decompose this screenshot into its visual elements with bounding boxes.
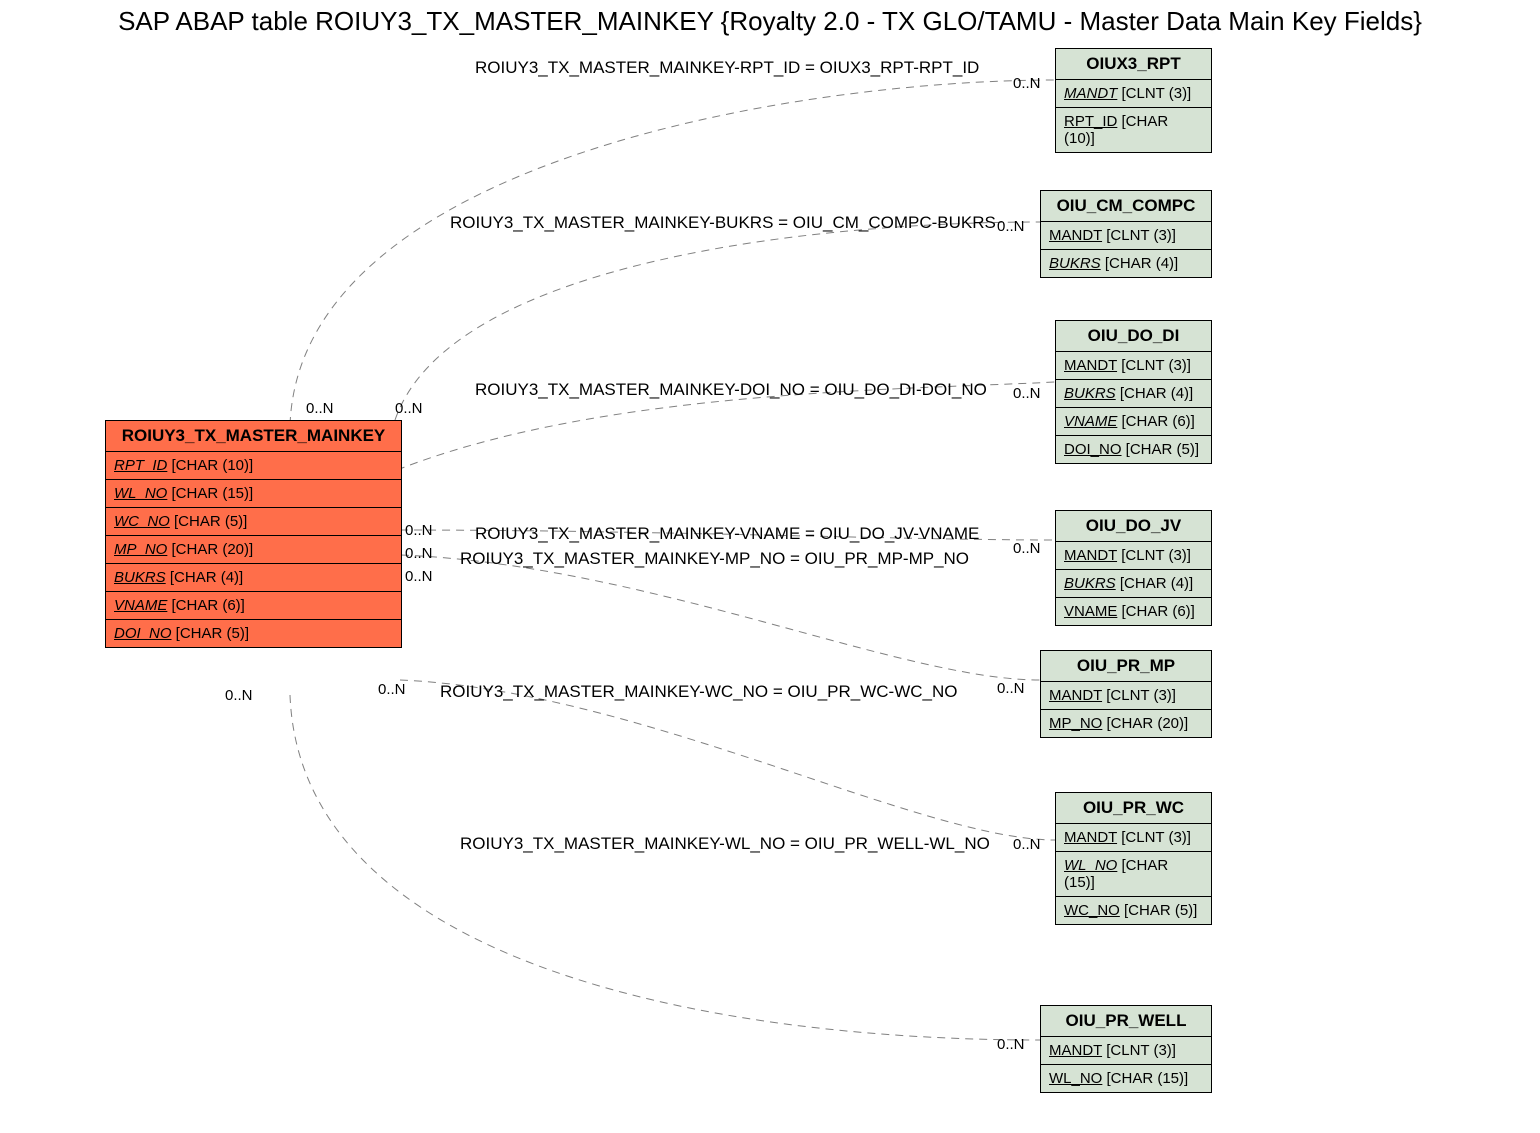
relation-label: ROIUY3_TX_MASTER_MAINKEY-WC_NO = OIU_PR_… [440,682,958,702]
table-row: MANDT [CLNT (3)] [1056,542,1211,570]
cardinality-label: 0..N [378,681,406,698]
related-table-oiu-pr-mp: OIU_PR_MPMANDT [CLNT (3)]MP_NO [CHAR (20… [1040,650,1212,738]
table-row: WC_NO [CHAR (5)] [106,508,401,536]
relation-label: ROIUY3_TX_MASTER_MAINKEY-BUKRS = OIU_CM_… [450,213,996,233]
cardinality-label: 0..N [1013,540,1041,557]
table-row: DOI_NO [CHAR (5)] [106,620,401,647]
table-header: OIU_DO_DI [1056,321,1211,352]
table-row: WL_NO [CHAR (15)] [106,480,401,508]
relation-label: ROIUY3_TX_MASTER_MAINKEY-RPT_ID = OIUX3_… [475,58,979,78]
table-header: OIU_DO_JV [1056,511,1211,542]
cardinality-label: 0..N [405,545,433,562]
related-table-oiu-pr-wc: OIU_PR_WCMANDT [CLNT (3)]WL_NO [CHAR (15… [1055,792,1212,925]
cardinality-label: 0..N [405,522,433,539]
related-table-oiu-do-di: OIU_DO_DIMANDT [CLNT (3)]BUKRS [CHAR (4)… [1055,320,1212,464]
cardinality-label: 0..N [997,218,1025,235]
table-row: BUKRS [CHAR (4)] [1056,570,1211,598]
related-table-oiu-pr-well: OIU_PR_WELLMANDT [CLNT (3)]WL_NO [CHAR (… [1040,1005,1212,1093]
related-table-oiu-do-jv: OIU_DO_JVMANDT [CLNT (3)]BUKRS [CHAR (4)… [1055,510,1212,626]
relation-label: ROIUY3_TX_MASTER_MAINKEY-DOI_NO = OIU_DO… [475,380,987,400]
table-header: OIU_CM_COMPC [1041,191,1211,222]
table-row: MANDT [CLNT (3)] [1056,80,1211,108]
cardinality-label: 0..N [997,680,1025,697]
table-header: OIU_PR_WC [1056,793,1211,824]
cardinality-label: 0..N [306,400,334,417]
cardinality-label: 0..N [395,400,423,417]
table-row: MANDT [CLNT (3)] [1056,824,1211,852]
table-row: MP_NO [CHAR (20)] [106,536,401,564]
table-row: MP_NO [CHAR (20)] [1041,710,1211,737]
table-row: VNAME [CHAR (6)] [1056,598,1211,625]
cardinality-label: 0..N [1013,836,1041,853]
table-row: WL_NO [CHAR (15)] [1056,852,1211,897]
table-header: ROIUY3_TX_MASTER_MAINKEY [106,421,401,452]
relation-label: ROIUY3_TX_MASTER_MAINKEY-MP_NO = OIU_PR_… [460,549,969,569]
table-row: RPT_ID [CHAR (10)] [1056,108,1211,152]
cardinality-label: 0..N [225,687,253,704]
table-row: WL_NO [CHAR (15)] [1041,1065,1211,1092]
table-row: MANDT [CLNT (3)] [1041,682,1211,710]
related-table-oiu-cm-compc: OIU_CM_COMPCMANDT [CLNT (3)]BUKRS [CHAR … [1040,190,1212,278]
table-row: RPT_ID [CHAR (10)] [106,452,401,480]
table-header: OIU_PR_MP [1041,651,1211,682]
table-row: MANDT [CLNT (3)] [1041,1037,1211,1065]
table-row: MANDT [CLNT (3)] [1056,352,1211,380]
main-table: ROIUY3_TX_MASTER_MAINKEY RPT_ID [CHAR (1… [105,420,402,648]
table-row: WC_NO [CHAR (5)] [1056,897,1211,924]
table-row: BUKRS [CHAR (4)] [1041,250,1211,277]
relation-label: ROIUY3_TX_MASTER_MAINKEY-VNAME = OIU_DO_… [475,524,979,544]
relation-label: ROIUY3_TX_MASTER_MAINKEY-WL_NO = OIU_PR_… [460,834,990,854]
cardinality-label: 0..N [1013,75,1041,92]
cardinality-label: 0..N [1013,385,1041,402]
table-row: DOI_NO [CHAR (5)] [1056,436,1211,463]
table-header: OIU_PR_WELL [1041,1006,1211,1037]
table-header: OIUX3_RPT [1056,49,1211,80]
cardinality-label: 0..N [405,568,433,585]
cardinality-label: 0..N [997,1036,1025,1053]
table-row: BUKRS [CHAR (4)] [1056,380,1211,408]
table-row: MANDT [CLNT (3)] [1041,222,1211,250]
table-row: VNAME [CHAR (6)] [106,592,401,620]
related-table-oiux3-rpt: OIUX3_RPTMANDT [CLNT (3)]RPT_ID [CHAR (1… [1055,48,1212,153]
table-row: VNAME [CHAR (6)] [1056,408,1211,436]
table-row: BUKRS [CHAR (4)] [106,564,401,592]
page-title: SAP ABAP table ROIUY3_TX_MASTER_MAINKEY … [0,6,1540,37]
